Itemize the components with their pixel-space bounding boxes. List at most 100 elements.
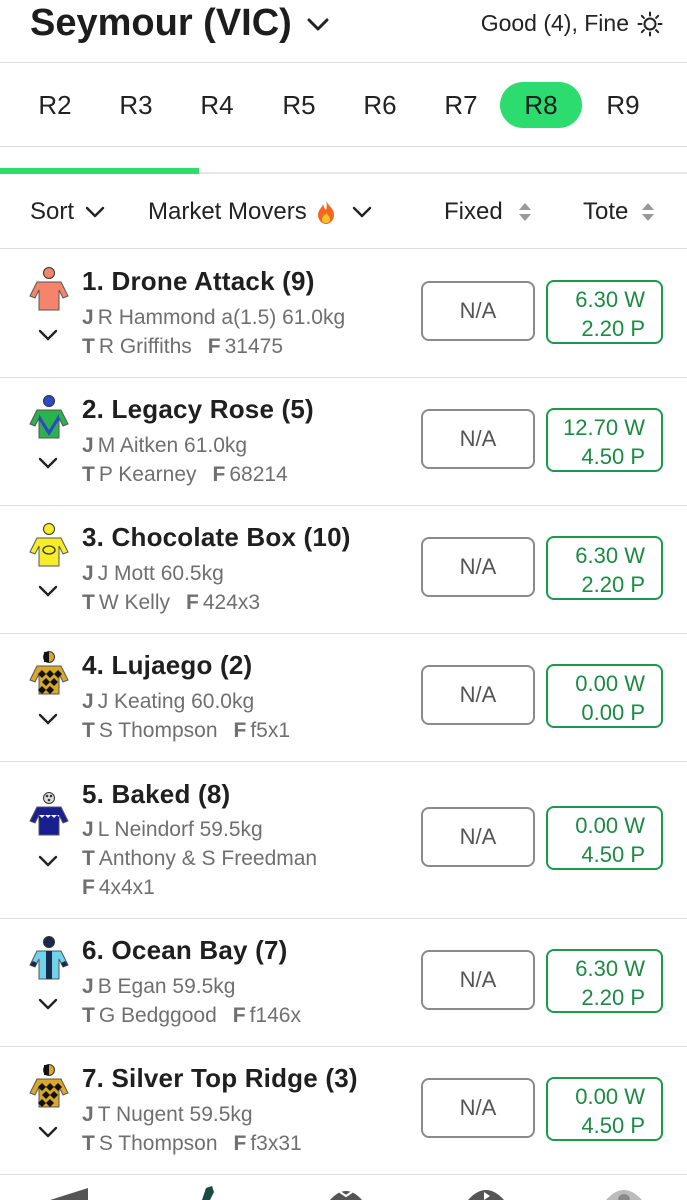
jockey-prefix: J xyxy=(82,562,94,585)
account-icon[interactable] xyxy=(604,1186,644,1200)
tote-sort-toggle[interactable]: Tote xyxy=(583,198,656,226)
trainer-form-line: TS Thompson Ff3x31 xyxy=(82,1132,302,1156)
tote-odds-button[interactable]: 6.30 W 2.20 P xyxy=(546,949,663,1013)
fire-icon xyxy=(317,200,334,224)
runner-row[interactable]: 6. Ocean Bay (7) JB Egan 59.5kg TG Bedgg… xyxy=(0,918,687,1047)
race-tab[interactable]: R6 xyxy=(339,82,421,128)
form-string: f3x31 xyxy=(250,1132,302,1155)
tote-odds-button[interactable]: 0.00 W 4.50 P xyxy=(546,806,663,870)
chevron-down-icon[interactable] xyxy=(36,327,60,343)
race-tab[interactable]: R2 xyxy=(14,82,96,128)
chevron-down-icon[interactable] xyxy=(36,996,60,1012)
fixed-odds-button[interactable]: N/A xyxy=(421,409,535,469)
trainer-prefix: T xyxy=(82,847,95,870)
trainer-form-line: TP Kearney F 68214 xyxy=(82,463,288,487)
trainer-name: W Kelly xyxy=(98,591,171,614)
jockey-prefix: J xyxy=(82,975,94,998)
race-tab[interactable]: R7 xyxy=(420,82,502,128)
runner-row[interactable]: 1. Drone Attack (9) JR Hammond a(1.5) 61… xyxy=(0,249,687,378)
chevron-down-icon[interactable] xyxy=(36,1124,60,1140)
race-tab[interactable]: R9 xyxy=(582,82,664,128)
tote-win: 0.00 W xyxy=(575,671,645,696)
trainer-name: S Thompson xyxy=(98,719,218,742)
fixed-odds-button[interactable]: N/A xyxy=(421,807,535,867)
fixed-odds-button[interactable]: N/A xyxy=(421,1078,535,1138)
jockey-info: M Aitken 61.0kg xyxy=(97,434,248,457)
jockey-silk-icon xyxy=(29,1064,69,1108)
jockey-silk-icon xyxy=(29,267,69,311)
trainer-prefix: T xyxy=(82,1132,95,1155)
sort-arrows-icon xyxy=(642,203,655,221)
race-tabs: R2 R3 R4 R5 R6 R7 R8 R9 xyxy=(0,62,687,147)
trainer-line: T Anthony & S Freedman xyxy=(82,847,317,871)
play-icon[interactable] xyxy=(466,1186,506,1200)
track-conditions: Good (4), Fine xyxy=(481,10,663,37)
tote-odds-button[interactable]: 6.30 W 2.20 P xyxy=(546,280,663,344)
tote-place: 2.20 P xyxy=(581,985,645,1010)
jockey-info: J Keating 60.0kg xyxy=(97,690,255,713)
race-tab[interactable]: R5 xyxy=(258,82,340,128)
fixed-odds-button[interactable]: N/A xyxy=(421,537,535,597)
fixed-odds-button[interactable]: N/A xyxy=(421,281,535,341)
jockey-info: R Hammond a(1.5) 61.0kg xyxy=(97,306,346,329)
trainer-prefix: T xyxy=(82,463,95,486)
sort-label: Sort xyxy=(30,198,75,225)
jockey-line: JM Aitken 61.0kg xyxy=(82,434,247,458)
sort-dropdown[interactable]: Sort xyxy=(30,198,106,226)
chevron-down-icon[interactable] xyxy=(36,455,60,471)
tote-win: 6.30 W xyxy=(575,287,645,312)
tote-label: Tote xyxy=(583,198,629,225)
trophy-icon[interactable] xyxy=(326,1186,366,1200)
tote-odds-button[interactable]: 0.00 W 0.00 P xyxy=(546,664,663,728)
jockey-silk-icon xyxy=(29,936,69,980)
fixed-label: Fixed xyxy=(444,198,503,225)
form-string: 31475 xyxy=(224,335,284,358)
form-prefix: F xyxy=(212,463,226,486)
jockey-silk-icon xyxy=(29,395,69,439)
tote-place: 4.50 P xyxy=(581,842,645,867)
chevron-down-icon xyxy=(85,206,105,218)
form-prefix: F xyxy=(186,591,199,614)
fixed-odds-button[interactable]: N/A xyxy=(421,950,535,1010)
tote-odds-button[interactable]: 0.00 W 4.50 P xyxy=(546,1077,663,1141)
tote-win: 0.00 W xyxy=(575,1084,645,1109)
runner-name: 7. Silver Top Ridge (3) xyxy=(82,1063,358,1093)
tote-odds-button[interactable]: 6.30 W 2.20 P xyxy=(546,536,663,600)
runner-row[interactable]: 3. Chocolate Box (10) JJ Mott 60.5kg TW … xyxy=(0,505,687,634)
fixed-odds-button[interactable]: N/A xyxy=(421,665,535,725)
tote-odds-button[interactable]: 12.70 W 4.50 P xyxy=(546,408,663,472)
race-tab[interactable]: R8 xyxy=(500,82,582,128)
jockey-line: JL Neindorf 59.5kg xyxy=(82,818,263,842)
race-tab[interactable]: R4 xyxy=(176,82,258,128)
trainer-name: G Bedggood xyxy=(98,1004,217,1027)
runner-row[interactable]: 2. Legacy Rose (5) JM Aitken 61.0kg TP K… xyxy=(0,377,687,506)
tote-place: 2.20 P xyxy=(581,316,645,341)
fixed-sort-toggle[interactable]: Fixed xyxy=(444,198,533,226)
runner-row[interactable]: 5. Baked (8) JL Neindorf 59.5kg T Anthony… xyxy=(0,761,687,919)
jockey-silk-icon xyxy=(29,651,69,695)
runner-name: 5. Baked (8) xyxy=(82,779,231,809)
race-tab[interactable]: R3 xyxy=(95,82,177,128)
jockey-prefix: J xyxy=(82,306,94,329)
form-prefix: F xyxy=(232,1004,246,1027)
runner-row[interactable]: 4. Lujaego (2) JJ Keating 60.0kg TS Thom… xyxy=(0,633,687,762)
runner-row[interactable]: 7. Silver Top Ridge (3) JT Nugent 59.5kg… xyxy=(0,1046,687,1175)
chevron-down-icon[interactable] xyxy=(36,853,60,869)
form-string: 68214 xyxy=(229,463,288,486)
form-prefix: F xyxy=(82,876,95,899)
market-movers-dropdown[interactable]: Market Movers xyxy=(148,198,373,226)
chevron-down-icon xyxy=(307,18,329,30)
chevron-down-icon[interactable] xyxy=(36,583,60,599)
form-line: F 4x4x1 xyxy=(82,876,155,900)
jockey-prefix: J xyxy=(82,1103,94,1126)
jockey-prefix: J xyxy=(82,434,94,457)
jockey-line: JT Nugent 59.5kg xyxy=(82,1103,253,1127)
chevron-down-icon[interactable] xyxy=(36,711,60,727)
trainer-name: R Griffiths xyxy=(98,335,192,358)
sort-arrows-icon xyxy=(518,203,531,221)
market-movers-label: Market Movers xyxy=(148,198,307,225)
flag-icon[interactable] xyxy=(48,1184,92,1200)
horse-icon[interactable] xyxy=(196,1186,220,1200)
trainer-prefix: T xyxy=(82,1004,95,1027)
venue-selector[interactable]: Seymour (VIC) xyxy=(30,2,332,45)
